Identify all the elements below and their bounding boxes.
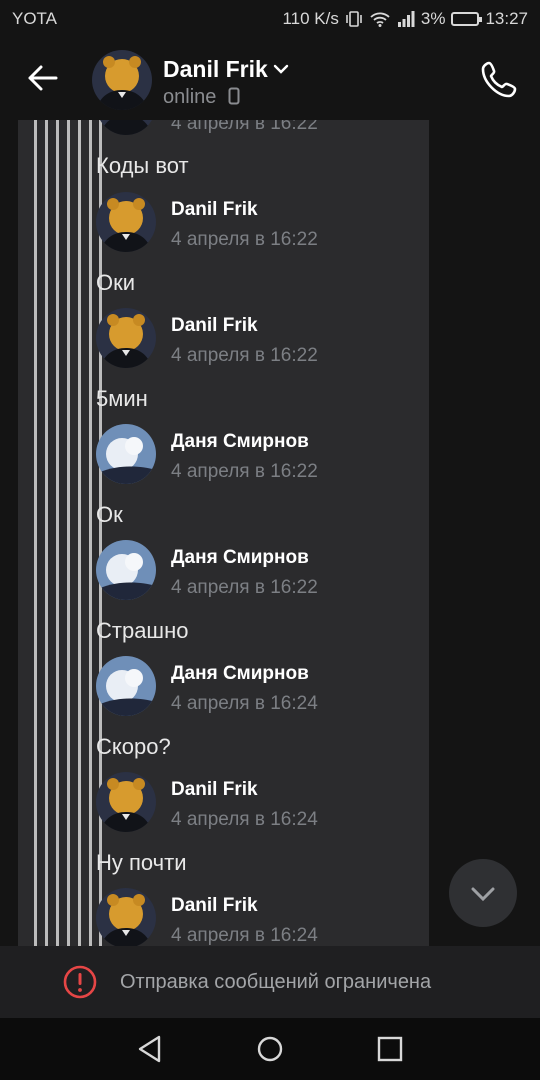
message-author[interactable]: Danil Frik xyxy=(171,315,258,337)
phone-icon[interactable] xyxy=(477,56,523,102)
nav-home-icon[interactable] xyxy=(253,1032,287,1066)
chevron-down-icon xyxy=(471,887,495,902)
chevron-down-icon[interactable] xyxy=(272,60,290,78)
message-text: Ну почти xyxy=(96,850,187,875)
message-author[interactable]: Даня Смирнов xyxy=(171,663,309,685)
message-text: Коды вот xyxy=(96,153,189,178)
restricted-message: Отправка сообщений ограничена xyxy=(120,971,432,993)
carrier-label: YOTA xyxy=(12,9,58,28)
message-list[interactable]: 4 апреля в 16:22 Коды вот Danil Frik 4 а… xyxy=(18,120,429,946)
message-text: Ок xyxy=(96,502,123,527)
message-time: 4 апреля в 16:22 xyxy=(171,577,318,598)
contact-status: online xyxy=(163,86,217,108)
message-text: 5мин xyxy=(96,386,148,411)
alert-circle-icon xyxy=(63,965,97,999)
clock: 13:27 xyxy=(485,9,528,28)
status-right: 110 K/s 3% 13:27 xyxy=(282,9,528,29)
wifi-icon xyxy=(370,12,390,27)
chat-header: Danil Frik online xyxy=(0,36,540,120)
contact-avatar[interactable] xyxy=(92,50,152,110)
status-bar: YOTA 110 K/s 3% 13:27 xyxy=(0,0,540,36)
message-author[interactable]: Danil Frik xyxy=(171,895,258,917)
avatar-danya[interactable] xyxy=(96,656,156,716)
message-time: 4 апреля в 16:22 xyxy=(171,229,318,250)
vibrate-icon xyxy=(346,11,362,27)
message-time: 4 апреля в 16:24 xyxy=(171,809,318,830)
avatar-danil[interactable] xyxy=(96,192,156,252)
contact-name[interactable]: Danil Frik xyxy=(163,56,268,83)
network-speed: 110 K/s xyxy=(282,9,339,28)
message-time: 4 апреля в 16:24 xyxy=(171,925,318,946)
scroll-down-button[interactable] xyxy=(449,859,517,927)
thread-lines xyxy=(34,120,102,946)
avatar-danya[interactable] xyxy=(96,540,156,600)
message-author[interactable]: Даня Смирнов xyxy=(171,547,309,569)
mobile-icon xyxy=(228,87,240,105)
message-text: Страшно xyxy=(96,618,189,643)
message-time: 4 апреля в 16:22 xyxy=(171,461,318,482)
avatar-danil[interactable] xyxy=(96,772,156,832)
message-text: Оки xyxy=(96,270,136,295)
nav-recents-icon[interactable] xyxy=(373,1032,407,1066)
back-arrow-icon[interactable] xyxy=(22,58,62,98)
messaging-restricted-bar: Отправка сообщений ограничена xyxy=(0,946,540,1018)
avatar-danya[interactable] xyxy=(96,424,156,484)
battery-percent: 3% xyxy=(420,9,446,28)
signal-icon xyxy=(397,11,415,27)
message-author[interactable]: Danil Frik xyxy=(171,779,258,801)
message-time: 4 апреля в 16:24 xyxy=(171,693,318,714)
message-text: Скоро? xyxy=(96,734,171,759)
avatar-danil[interactable] xyxy=(96,308,156,368)
message-author[interactable]: Даня Смирнов xyxy=(171,431,309,453)
battery-icon xyxy=(451,12,483,26)
message-time: 4 апреля в 16:22 xyxy=(171,345,318,366)
message-author[interactable]: Danil Frik xyxy=(171,199,258,221)
avatar-danil[interactable] xyxy=(96,888,156,946)
nav-back-icon[interactable] xyxy=(133,1032,167,1066)
system-nav-bar xyxy=(0,1018,540,1080)
avatar-danil[interactable] xyxy=(96,120,156,135)
message-time: 4 апреля в 16:22 xyxy=(171,120,318,134)
contact-status-row: online xyxy=(163,86,240,109)
